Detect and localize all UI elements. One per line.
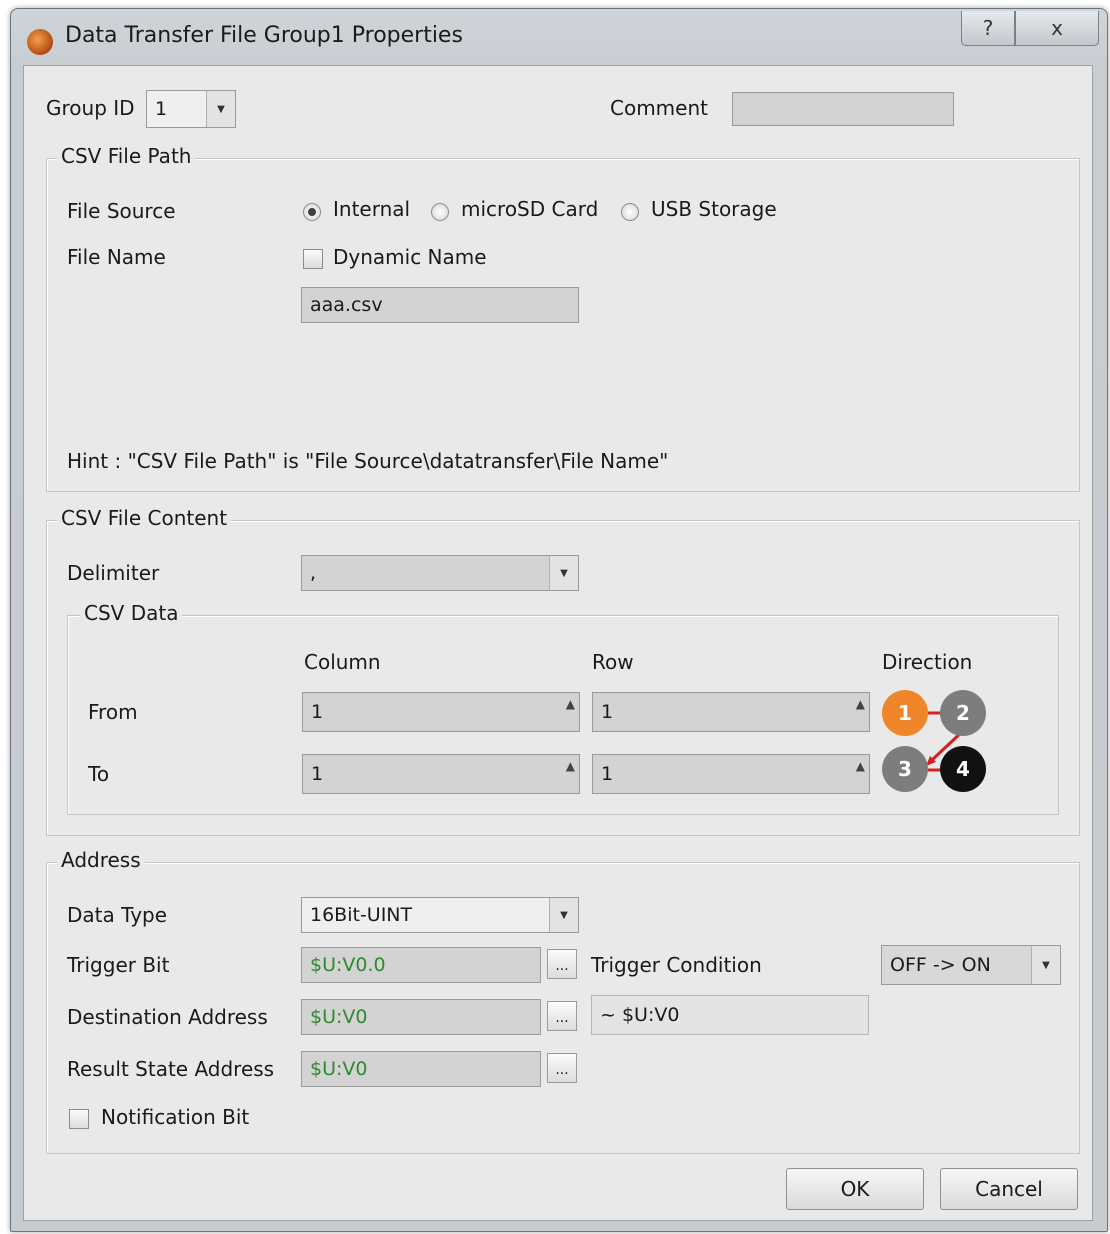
- from-label: From: [88, 700, 138, 724]
- source-internal-radio[interactable]: [303, 203, 321, 221]
- file-source-label: File Source: [67, 199, 176, 223]
- help-button[interactable]: ?: [961, 11, 1015, 46]
- source-internal-label: Internal: [333, 197, 411, 221]
- chevron-down-icon: ▼: [206, 91, 235, 127]
- csv-data-title: CSV Data: [80, 601, 183, 625]
- direction-header: Direction: [882, 650, 973, 674]
- chevron-down-icon: ▼: [549, 898, 578, 932]
- properties-dialog: Data Transfer File Group1 Properties ? x…: [10, 8, 1108, 1232]
- column-header: Column: [304, 650, 381, 674]
- to-row-stepper[interactable]: 1 ▲: [592, 754, 870, 794]
- trigger-condition-select[interactable]: OFF -> ON ▼: [881, 945, 1061, 985]
- result-state-browse-button[interactable]: ...: [547, 1053, 577, 1083]
- from-column-value: 1: [311, 701, 324, 723]
- comment-input[interactable]: [732, 92, 954, 126]
- delimiter-select[interactable]: , ▼: [301, 555, 579, 591]
- from-column-stepper[interactable]: 1 ▲: [302, 692, 580, 732]
- csv-file-path-title: CSV File Path: [57, 144, 196, 168]
- data-type-label: Data Type: [67, 903, 168, 927]
- csv-data-group: CSV Data Column Row Direction From 1 ▲ 1…: [67, 601, 1059, 815]
- to-column-value: 1: [311, 763, 324, 785]
- trigger-bit-input[interactable]: $U:V0.0: [301, 947, 541, 983]
- spin-up-icon[interactable]: ▲: [856, 697, 865, 711]
- to-label: To: [88, 762, 110, 786]
- window-title: Data Transfer File Group1 Properties: [65, 23, 463, 48]
- dynamic-name-checkbox[interactable]: [303, 249, 323, 269]
- trigger-condition-label: Trigger Condition: [591, 953, 762, 977]
- data-type-value: 16Bit-UINT: [310, 904, 413, 926]
- direction-step-2: 2: [940, 690, 986, 736]
- notification-bit-checkbox[interactable]: [69, 1109, 89, 1129]
- result-state-input[interactable]: $U:V0: [301, 1051, 541, 1087]
- spin-up-icon[interactable]: ▲: [566, 697, 575, 711]
- cancel-button[interactable]: Cancel: [940, 1168, 1078, 1210]
- csv-file-content-title: CSV File Content: [57, 506, 232, 530]
- destination-browse-button[interactable]: ...: [547, 1001, 577, 1031]
- group-id-select[interactable]: 1 ▼: [146, 90, 236, 128]
- notification-bit-label: Notification Bit: [101, 1105, 250, 1129]
- row-header: Row: [592, 650, 634, 674]
- to-column-stepper[interactable]: 1 ▲: [302, 754, 580, 794]
- group-id-label: Group ID: [46, 96, 135, 120]
- app-icon: [27, 29, 53, 55]
- file-name-label: File Name: [67, 245, 166, 269]
- trigger-condition-value: OFF -> ON: [890, 954, 991, 976]
- direction-step-4: 4: [940, 746, 986, 792]
- spin-up-icon[interactable]: ▲: [566, 759, 575, 773]
- file-name-input[interactable]: aaa.csv: [301, 287, 579, 323]
- csv-file-content-group: CSV File Content Delimiter , ▼ CSV Data …: [46, 506, 1080, 836]
- from-row-value: 1: [601, 701, 614, 723]
- address-group: Address Data Type 16Bit-UINT ▼ Trigger B…: [46, 848, 1080, 1154]
- chevron-down-icon: ▼: [1031, 946, 1060, 984]
- source-usb-label: USB Storage: [651, 197, 777, 221]
- result-state-label: Result State Address: [67, 1057, 275, 1081]
- spin-up-icon[interactable]: ▲: [856, 759, 865, 773]
- trigger-bit-label: Trigger Bit: [67, 953, 170, 977]
- data-type-select[interactable]: 16Bit-UINT ▼: [301, 897, 579, 933]
- source-microsd-label: microSD Card: [461, 197, 599, 221]
- ok-button[interactable]: OK: [786, 1168, 924, 1210]
- destination-address-label: Destination Address: [67, 1005, 268, 1029]
- group-id-value: 1: [155, 98, 168, 120]
- chevron-down-icon: ▼: [549, 556, 578, 590]
- destination-address-input[interactable]: $U:V0: [301, 999, 541, 1035]
- source-microsd-radio[interactable]: [431, 203, 449, 221]
- address-title: Address: [57, 848, 145, 872]
- comment-label: Comment: [610, 96, 708, 120]
- path-hint: Hint : "CSV File Path" is "File Source\d…: [67, 449, 669, 473]
- destination-range-display: ~ $U:V0: [591, 995, 869, 1035]
- title-bar: Data Transfer File Group1 Properties ? x: [11, 9, 1107, 65]
- direction-button[interactable]: 1 2 3 4: [882, 690, 992, 800]
- trigger-bit-browse-button[interactable]: ...: [547, 949, 577, 979]
- dialog-body: Group ID 1 ▼ Comment CSV File Path File …: [23, 65, 1093, 1221]
- from-row-stepper[interactable]: 1 ▲: [592, 692, 870, 732]
- direction-step-3: 3: [882, 746, 928, 792]
- dynamic-name-label: Dynamic Name: [333, 245, 487, 269]
- csv-file-path-group: CSV File Path File Source Internal micro…: [46, 144, 1080, 492]
- direction-step-1: 1: [882, 690, 928, 736]
- delimiter-value: ,: [310, 562, 317, 584]
- source-usb-radio[interactable]: [621, 203, 639, 221]
- to-row-value: 1: [601, 763, 614, 785]
- close-button[interactable]: x: [1015, 11, 1099, 46]
- delimiter-label: Delimiter: [67, 561, 160, 585]
